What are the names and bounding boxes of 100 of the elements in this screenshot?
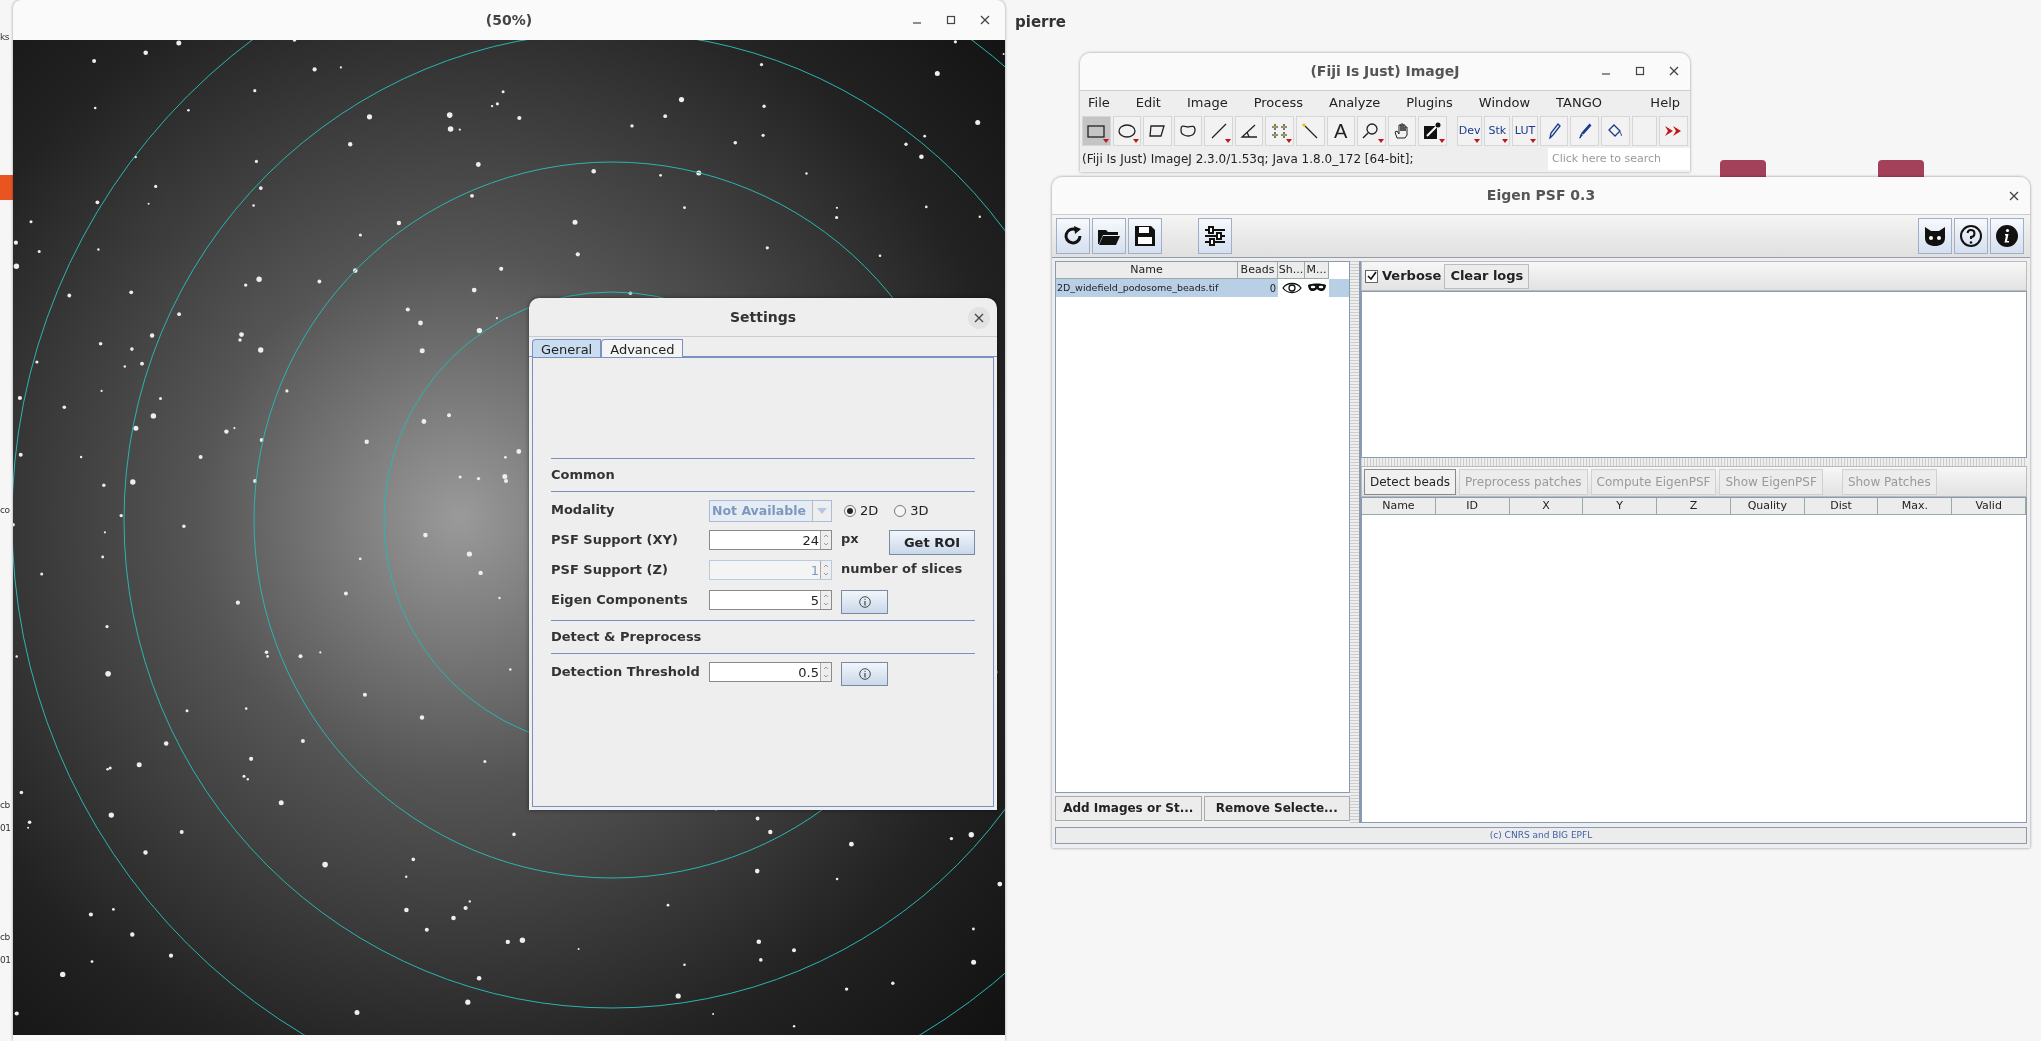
check-icon bbox=[1366, 271, 1377, 281]
tool-button[interactable] bbox=[1173, 116, 1203, 146]
column-header[interactable]: Valid bbox=[1952, 498, 2027, 515]
field-label: Modality bbox=[551, 501, 616, 519]
tool-button[interactable] bbox=[1570, 116, 1600, 146]
tool-button[interactable] bbox=[1143, 116, 1172, 146]
maximize-icon[interactable] bbox=[1634, 65, 1646, 77]
menu-item[interactable]: Help bbox=[1650, 93, 1680, 113]
get-roi-button[interactable]: Get ROI bbox=[889, 530, 975, 555]
tool-button[interactable]: LUT bbox=[1512, 116, 1538, 146]
column-header[interactable]: M... bbox=[1305, 262, 1329, 279]
close-button[interactable] bbox=[968, 307, 990, 329]
column-header[interactable]: Name bbox=[1056, 262, 1238, 279]
column-header[interactable]: Y bbox=[1583, 498, 1658, 515]
tool-button[interactable] bbox=[1357, 116, 1386, 146]
toolbar-button[interactable] bbox=[1092, 218, 1126, 254]
menu-item[interactable]: Process bbox=[1253, 93, 1303, 113]
menu-item[interactable]: Plugins bbox=[1406, 93, 1453, 113]
folder-icon[interactable] bbox=[1878, 160, 1924, 180]
field-label: PSF Support (XY) bbox=[551, 531, 679, 549]
caret-icon bbox=[817, 508, 827, 514]
window-title: Eigen PSF 0.3 bbox=[1486, 186, 1596, 205]
toolbar-button[interactable] bbox=[1954, 218, 1988, 254]
menu-item[interactable]: TANGO bbox=[1556, 93, 1602, 113]
desktop-text: ks bbox=[0, 32, 9, 43]
spinner-field[interactable]: 0.5 bbox=[709, 662, 832, 682]
column-header[interactable]: Z bbox=[1657, 498, 1731, 515]
oval-icon bbox=[1116, 123, 1137, 139]
tool-button[interactable] bbox=[1112, 116, 1142, 146]
polygon-icon bbox=[1147, 123, 1168, 139]
window-title: (50%) bbox=[485, 10, 533, 30]
eye-icon[interactable] bbox=[1281, 282, 1302, 294]
file-name: 2D_widefield_podosome_beads.tif bbox=[1056, 280, 1220, 295]
close-icon[interactable] bbox=[979, 14, 991, 26]
tool-button[interactable] bbox=[1234, 116, 1264, 146]
freehand-icon bbox=[1177, 123, 1198, 139]
verbose-checkbox[interactable]: Verbose bbox=[1365, 263, 1442, 289]
desktop-text: 01 bbox=[0, 955, 11, 966]
toolbar-button[interactable] bbox=[1056, 218, 1090, 254]
mask-icon[interactable] bbox=[1307, 283, 1327, 293]
search-field[interactable]: Click here to search bbox=[1548, 147, 1690, 170]
unit-label: number of slices bbox=[841, 560, 963, 578]
angle-icon bbox=[1239, 123, 1260, 139]
close-icon bbox=[973, 312, 985, 324]
tool-button[interactable]: Dev bbox=[1456, 116, 1483, 146]
info-button[interactable] bbox=[841, 590, 888, 614]
info-icon bbox=[1995, 224, 2019, 248]
menu-item[interactable]: Image bbox=[1186, 93, 1228, 113]
cat-face-icon bbox=[1923, 225, 1947, 247]
spinner-field[interactable]: 5 bbox=[709, 590, 832, 610]
column-header[interactable]: Dist bbox=[1804, 498, 1879, 515]
menu-item[interactable]: Analyze bbox=[1329, 93, 1381, 113]
info-button[interactable] bbox=[841, 662, 888, 686]
text-tool[interactable]: A bbox=[1326, 116, 1356, 146]
maximize-icon[interactable] bbox=[945, 14, 957, 26]
rectangle-icon bbox=[1086, 123, 1107, 139]
tool-button[interactable]: Stk bbox=[1484, 116, 1511, 146]
status-text: (Fiji Is Just) ImageJ 2.3.0/1.53q; Java 1.8.0_172 [64-bit]; bbox=[1082, 150, 1414, 168]
toolbar-button[interactable] bbox=[1990, 218, 2024, 254]
column-header[interactable]: X bbox=[1509, 498, 1584, 515]
tool-button[interactable] bbox=[1387, 116, 1417, 146]
tool-button[interactable] bbox=[1539, 116, 1569, 146]
section-title: Common bbox=[551, 466, 616, 484]
file-button[interactable]: Add Images or St... bbox=[1055, 795, 1202, 821]
sliders-icon bbox=[1203, 225, 1227, 247]
field-label: PSF Support (Z) bbox=[551, 561, 669, 579]
menu-item[interactable]: File bbox=[1088, 93, 1110, 113]
column-header[interactable]: Beads bbox=[1238, 262, 1278, 279]
spinner-field[interactable]: 24 bbox=[709, 530, 832, 550]
column-header[interactable]: Sh... bbox=[1278, 262, 1305, 279]
column-header[interactable]: Name bbox=[1362, 498, 1436, 515]
close-icon[interactable] bbox=[2008, 190, 2020, 202]
close-icon[interactable] bbox=[1668, 65, 1680, 77]
help-icon bbox=[1959, 224, 1983, 248]
toolbar-button[interactable] bbox=[1128, 218, 1162, 254]
tool-button[interactable] bbox=[1601, 116, 1630, 146]
unit-label: px bbox=[841, 530, 859, 548]
clear-logs-button[interactable]: Clear logs bbox=[1444, 263, 1530, 289]
action-button[interactable]: Detect beads bbox=[1364, 468, 1457, 495]
file-button[interactable]: Remove Selecte... bbox=[1203, 795, 1350, 821]
dialog-title: Settings bbox=[729, 307, 797, 327]
tool-button[interactable] bbox=[1418, 116, 1447, 146]
field-label: Eigen Components bbox=[551, 591, 689, 609]
column-header[interactable]: Max. bbox=[1878, 498, 1953, 515]
column-header[interactable]: ID bbox=[1435, 498, 1510, 515]
field-label: Detection Threshold bbox=[551, 663, 701, 681]
column-header[interactable]: Quality bbox=[1730, 498, 1805, 515]
menu-item[interactable]: Window bbox=[1478, 93, 1531, 113]
menu-item[interactable]: Edit bbox=[1135, 93, 1161, 113]
folder-icon[interactable] bbox=[1720, 160, 1766, 180]
file-row[interactable]: 2D_widefield_podosome_beads.tif 0 bbox=[1056, 279, 1349, 297]
toolbar-button[interactable] bbox=[1198, 218, 1232, 254]
toolbar-button[interactable] bbox=[1918, 218, 1952, 254]
points-icon bbox=[1269, 123, 1290, 139]
tab[interactable]: Advanced bbox=[601, 339, 684, 358]
desktop-text: cb bbox=[0, 932, 10, 943]
user-name: pierre bbox=[1015, 12, 1067, 33]
desktop-text: cb bbox=[0, 800, 10, 811]
bead-count: 0 bbox=[1268, 281, 1277, 296]
info-icon bbox=[858, 596, 871, 608]
